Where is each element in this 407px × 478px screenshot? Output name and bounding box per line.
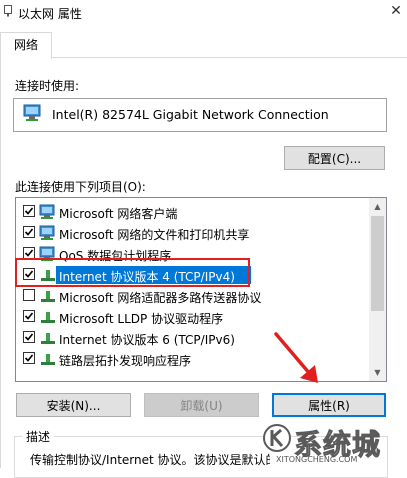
item-label: Internet 协议版本 6 (TCP/IPv6) <box>59 333 235 347</box>
item-label: Microsoft 网络的文件和打印机共享 <box>59 228 250 242</box>
close-icon[interactable]: ✕ <box>385 2 407 20</box>
title-bar: 以太网 属性 ✕ <box>0 0 407 26</box>
checkbox[interactable] <box>23 289 35 301</box>
item-label: Microsoft 网络适配器多路传送器协议 <box>59 291 262 305</box>
list-item[interactable]: Microsoft 网络适配器多路传送器协议 <box>16 285 368 307</box>
scroll-up-icon[interactable]: ▲ <box>369 198 386 215</box>
network-client-icon <box>39 204 55 219</box>
network-adapter-icon <box>23 104 41 121</box>
list-item[interactable]: Microsoft LLDP 协议驱动程序 <box>16 306 368 328</box>
connect-using-label: 连接时使用: <box>15 79 80 93</box>
list-item[interactable]: Microsoft 网络客户端 <box>16 201 368 223</box>
checkbox[interactable] <box>23 205 35 217</box>
window-title: 以太网 属性 <box>18 7 82 21</box>
protocol-icon <box>41 354 55 365</box>
uninstall-button[interactable]: 卸载(U) <box>144 393 259 417</box>
item-label: Microsoft 网络客户端 <box>59 207 178 221</box>
description-text: 传输控制协议/Internet 协议。该协议是默认的广域网络协议 <box>30 453 270 467</box>
components-list[interactable]: Microsoft 网络客户端 Microsoft 网络的文件和打印机共享 Qo… <box>15 197 387 382</box>
tab-strip: 网络 <box>0 26 407 59</box>
checkbox[interactable] <box>23 226 35 238</box>
protocol-icon <box>41 312 55 323</box>
watermark-k-icon <box>263 424 291 452</box>
scroll-down-icon[interactable]: ▼ <box>369 364 386 381</box>
description-title: 描述 <box>22 428 55 445</box>
window-icon <box>4 5 12 17</box>
properties-button[interactable]: 属性(R) <box>272 393 386 417</box>
adapter-name: Intel(R) 82574L Gigabit Network Connecti… <box>52 107 329 122</box>
scroll-thumb[interactable] <box>371 216 384 311</box>
watermark-logo: 系统城 XITONGCHENG.COM <box>262 421 407 467</box>
protocol-icon <box>41 333 55 344</box>
configure-button[interactable]: 配置(C)... <box>284 146 385 170</box>
checkbox[interactable] <box>23 310 35 322</box>
arrow-annotation-icon <box>274 332 318 383</box>
watermark-url: XITONGCHENG.COM <box>276 455 358 464</box>
tab-network[interactable]: 网络 <box>0 32 52 59</box>
checkbox[interactable] <box>23 331 35 343</box>
list-item[interactable]: Microsoft 网络的文件和打印机共享 <box>16 222 368 244</box>
highlight-annotation <box>15 258 250 287</box>
items-label: 此连接使用下列项目(O): <box>15 180 146 194</box>
install-button[interactable]: 安装(N)... <box>16 393 131 417</box>
item-label: Microsoft LLDP 协议驱动程序 <box>59 312 224 326</box>
item-label: 链路层拓扑发现响应程序 <box>59 354 192 368</box>
protocol-icon <box>41 291 55 302</box>
list-scrollbar[interactable]: ▲ ▼ <box>369 198 386 381</box>
file-printer-sharing-icon <box>39 225 55 240</box>
checkbox[interactable] <box>23 352 35 364</box>
